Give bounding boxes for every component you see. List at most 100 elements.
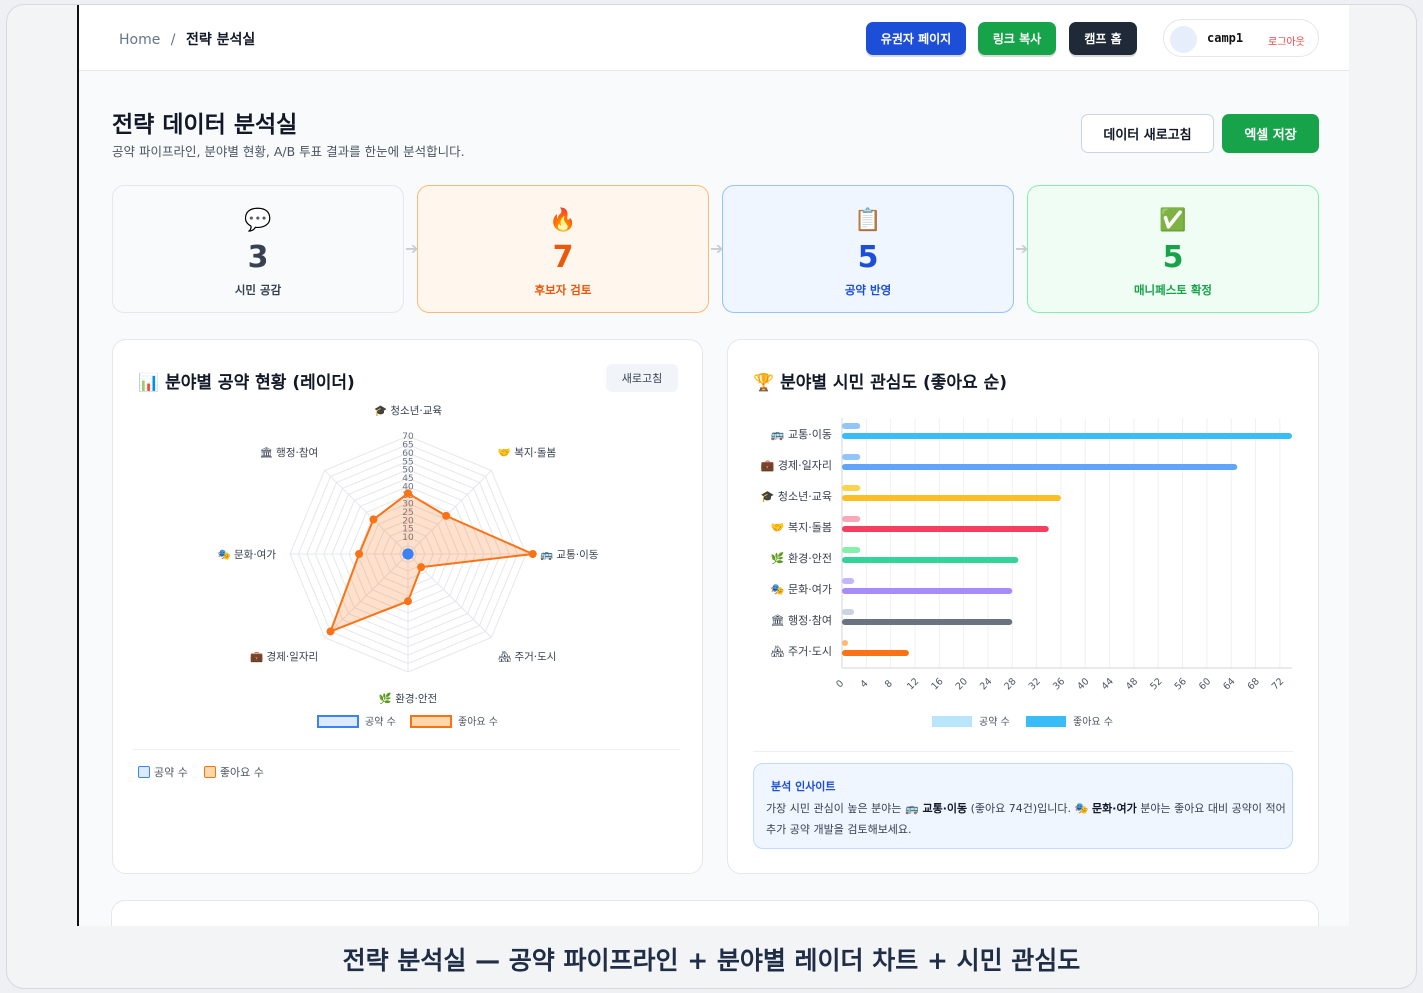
bar-like-count (842, 433, 1292, 439)
divider (133, 749, 680, 750)
legend-label: 좋아요 수 (1073, 716, 1113, 728)
pipeline-card-empathy[interactable]: 💬 3 시민 공감 (112, 185, 404, 313)
radar-category-label: 🤝 복지·돌봄 (498, 447, 557, 459)
insight-top-category: 🚌 교통·이동 (904, 802, 968, 815)
bar-like-count (842, 619, 1013, 625)
breadcrumb: Home / 전략 분석실 (119, 29, 255, 49)
pipeline-card-pledge[interactable]: 📋 5 공약 반영 (722, 185, 1014, 313)
bar-tick-label: 44 (1100, 676, 1116, 692)
legend-swatch (203, 766, 216, 778)
bar-like-count (842, 588, 1013, 594)
page-subtitle: 공약 파이프라인, 분야별 현황, A/B 투표 결과를 한눈에 분석합니다. (112, 144, 465, 159)
bar-pledge-count (842, 609, 855, 615)
bar-like-count (842, 526, 1049, 532)
bar-pledge-count (842, 516, 861, 522)
pipeline-card-manifesto[interactable]: ✅ 5 매니페스토 확정 (1027, 185, 1319, 313)
clipboard-icon: 📋 (854, 208, 882, 233)
data-refresh-button[interactable]: 데이터 새로고침 (1081, 114, 1214, 153)
insight-body: 가장 시민 관심이 높은 분야는 🚌 교통·이동 (좋아요 74건)입니다. 🎭… (766, 798, 1286, 840)
radar-point (369, 515, 378, 524)
interest-panel-title: 🏆 분야별 시민 관심도 (좋아요 순) (753, 373, 1007, 393)
bar-tick-label: 60 (1197, 676, 1213, 692)
bar-tick-label: 28 (1002, 676, 1018, 692)
radar-category-label: 🚌 교통·이동 (540, 549, 599, 561)
bar-tick-label: 48 (1124, 676, 1140, 692)
radar-category-label: 💼 경제·일자리 (250, 650, 318, 663)
bar-category-label: 💼 경제·일자리 (761, 458, 832, 472)
pipeline-label: 매니페스토 확정 (1133, 283, 1213, 297)
bar-pledge-count (842, 578, 855, 584)
copy-link-button[interactable]: 링크 복사 (978, 22, 1056, 55)
bar-category-label: 🌿 환경·안전 (771, 552, 832, 565)
bar-tick-label: 64 (1221, 676, 1237, 692)
legend-label: 공약 수 (365, 716, 396, 728)
bar-category-label: 🏘 주거·도시 (771, 645, 832, 658)
breadcrumb-current: 전략 분석실 (185, 32, 256, 48)
pipeline-value: 3 (247, 240, 269, 275)
radar-category-label: 🌿 환경·안전 (379, 692, 437, 705)
radar-point (402, 548, 411, 557)
radar-refresh-button[interactable]: 새로고침 (606, 364, 678, 392)
camp-home-button[interactable]: 캠프 홈 (1069, 22, 1137, 55)
radar-category-label: 🏛 행정·참여 (260, 446, 319, 459)
pipeline-label: 공약 반영 (844, 283, 892, 297)
username: camp1 (1207, 31, 1244, 45)
next-panel (111, 900, 1319, 926)
screenshot-frame: Home / 전략 분석실 유권자 페이지 링크 복사 캠프 홈 camp1 로… (6, 4, 1417, 989)
voter-page-button[interactable]: 유권자 페이지 (866, 22, 966, 55)
bar-like-count (842, 557, 1019, 563)
interest-panel: 🏆 분야별 시민 관심도 (좋아요 순) 0 4 8 12 16 20 24 28 32 36 40… (727, 339, 1319, 874)
breadcrumb-home[interactable]: Home (119, 32, 160, 48)
bar-tick-label: 8 (883, 678, 895, 690)
excel-save-button[interactable]: 엑셀 저장 (1222, 114, 1319, 153)
speech-bubble-icon: 💬 (244, 208, 272, 233)
pipeline-label: 시민 공감 (234, 283, 282, 297)
insight-title: 분석 인사이트 (771, 780, 836, 793)
radar-category-label: 🎭 문화·여가 (218, 549, 277, 561)
radar-point (404, 597, 412, 606)
bar-category-label: 🎭 문화·여가 (771, 583, 832, 596)
radar-point (355, 550, 364, 558)
legend-swatch (138, 766, 150, 778)
radar-point (528, 550, 537, 558)
radar-panel-title: 📊 분야별 공약 현황 (레이더) (138, 373, 355, 393)
bar-tick-label: 24 (978, 676, 994, 692)
radar-tick-label: 70 (402, 432, 414, 442)
bar-like-count (842, 464, 1238, 470)
pipeline-value: 5 (1162, 240, 1184, 275)
legend-label: 좋아요 수 (219, 766, 264, 779)
avatar (1170, 26, 1197, 53)
bar-tick-label: 72 (1270, 676, 1286, 692)
bar-tick-label: 36 (1051, 676, 1067, 692)
bar-pledge-count (842, 640, 849, 646)
pipeline-card-review[interactable]: 🔥 7 후보자 검토 (417, 185, 709, 313)
pipeline-value: 7 (552, 240, 574, 275)
interest-bar-chart: 0 4 8 12 16 20 24 28 32 36 40 44 48 52 56 60 64 68 72🚌 교통·… (761, 418, 1292, 728)
legend-swatch (410, 715, 452, 728)
bar-tick-label: 16 (929, 676, 945, 692)
breadcrumb-separator: / (170, 32, 176, 48)
legend-label: 좋아요 수 (458, 716, 498, 728)
bar-pledge-count (842, 423, 861, 429)
top-bar: Home / 전략 분석실 유권자 페이지 링크 복사 캠프 홈 camp1 로… (79, 5, 1349, 71)
bar-tick-label: 20 (954, 676, 970, 692)
radar-point (404, 489, 412, 498)
user-menu[interactable]: camp1 로그아웃 (1163, 19, 1319, 57)
pipeline-label: 후보자 검토 (534, 283, 592, 297)
radar-point (442, 511, 451, 520)
bar-tick-label: 68 (1246, 676, 1262, 692)
legend-label: 공약 수 (979, 716, 1010, 728)
pipeline-value: 5 (857, 240, 879, 275)
bar-tick-label: 56 (1173, 676, 1189, 692)
fire-icon: 🔥 (549, 208, 577, 233)
radar-category-label: 🏘 주거·도시 (498, 651, 557, 663)
bar-tick-label: 12 (905, 676, 921, 692)
legend-swatch (1026, 716, 1066, 727)
legend-swatch (317, 715, 359, 728)
bar-tick-label: 52 (1148, 676, 1164, 692)
app-window: Home / 전략 분석실 유권자 페이지 링크 복사 캠프 홈 camp1 로… (77, 5, 1349, 926)
radar-chart: 10152025303540455055606570🎓 청소년·교육🤝 복지·돌… (218, 405, 599, 728)
bar-tick-label: 4 (859, 678, 871, 690)
insight-low-category: 🎭 문화·여가 (1074, 802, 1137, 815)
logout-link[interactable]: 로그아웃 (1268, 33, 1305, 48)
